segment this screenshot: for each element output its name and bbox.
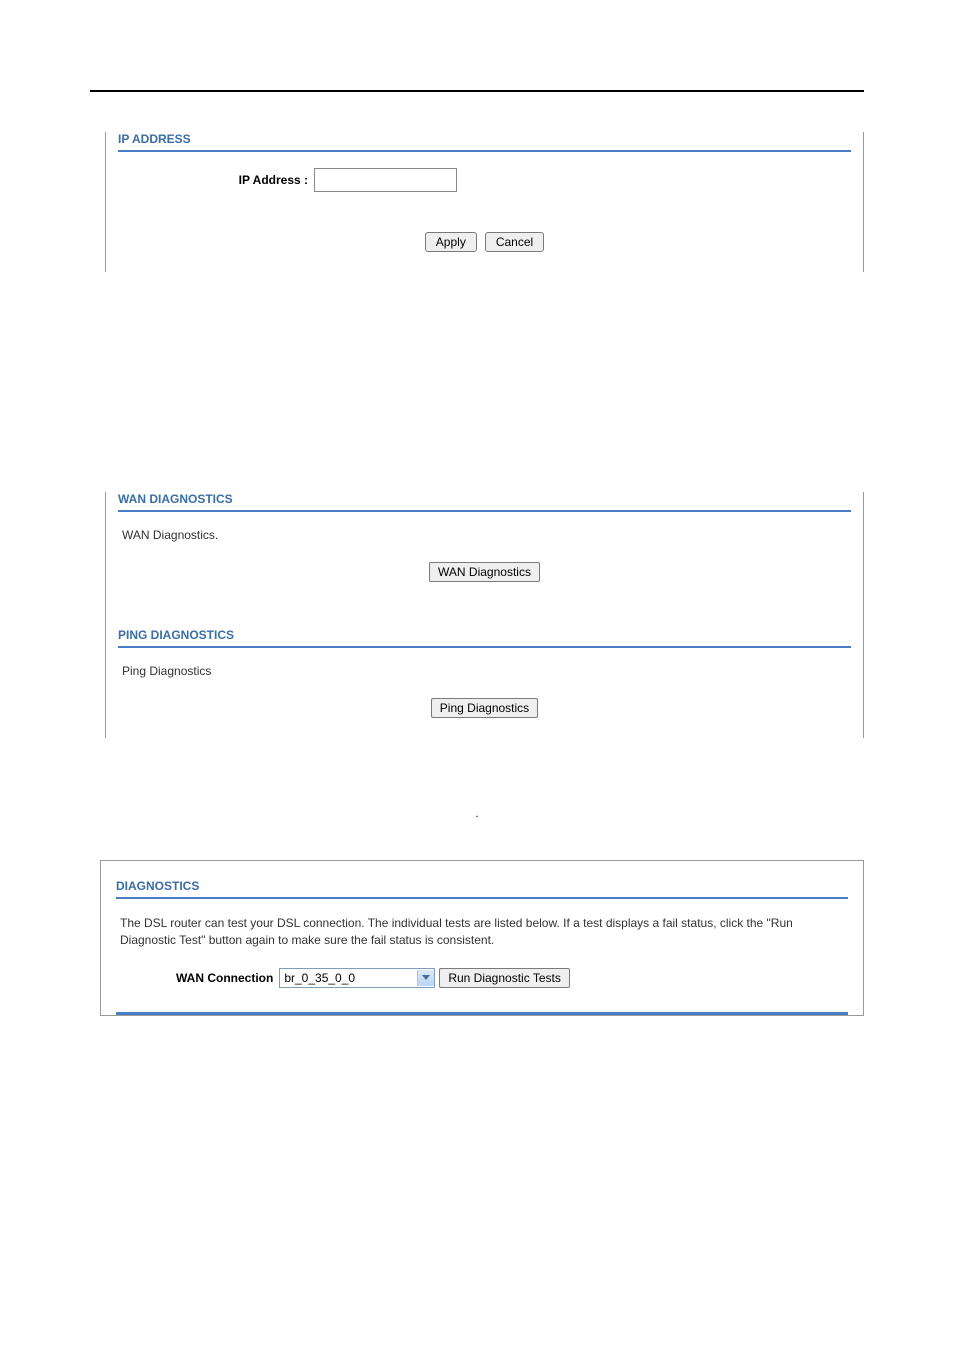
ip-address-label: IP Address : xyxy=(118,173,314,187)
wan-connection-label: WAN Connection xyxy=(176,971,279,985)
ping-diagnostics-header: PING DIAGNOSTICS xyxy=(118,628,851,648)
ip-address-buttons: Apply Cancel xyxy=(118,232,851,252)
diagnostics-description: The DSL router can test your DSL connect… xyxy=(120,915,844,950)
top-divider xyxy=(90,90,864,92)
diagnostics-wide-panel: DIAGNOSTICS The DSL router can test your… xyxy=(100,860,864,1016)
diagnostics-panel: WAN DIAGNOSTICS WAN Diagnostics. WAN Dia… xyxy=(105,492,864,738)
spacer-1 xyxy=(0,272,954,452)
dot-text: . xyxy=(0,808,954,820)
ip-address-row: IP Address : xyxy=(118,168,851,192)
apply-button[interactable]: Apply xyxy=(425,232,477,252)
wan-diagnostics-button-row: WAN Diagnostics xyxy=(118,562,851,582)
wan-diagnostics-text: WAN Diagnostics. xyxy=(122,528,847,542)
ping-diagnostics-button[interactable]: Ping Diagnostics xyxy=(431,698,538,718)
wan-diagnostics-button[interactable]: WAN Diagnostics xyxy=(429,562,540,582)
spacer-mid xyxy=(118,582,851,622)
wan-diagnostics-header: WAN DIAGNOSTICS xyxy=(118,492,851,512)
wan-connection-row: WAN Connection br_0_35_0_0 Run Diagnosti… xyxy=(176,968,848,988)
diagnostics-header: DIAGNOSTICS xyxy=(116,879,848,899)
ping-diagnostics-button-row: Ping Diagnostics xyxy=(118,698,851,718)
ping-diagnostics-text: Ping Diagnostics xyxy=(122,664,847,678)
ip-address-panel: IP ADDRESS IP Address : Apply Cancel xyxy=(105,132,864,272)
cancel-button[interactable]: Cancel xyxy=(485,232,544,252)
run-diagnostic-tests-button[interactable]: Run Diagnostic Tests xyxy=(439,968,570,988)
ip-address-input[interactable] xyxy=(314,168,457,192)
diagnostics-bottom-rule xyxy=(116,1012,848,1015)
ip-address-header: IP ADDRESS xyxy=(118,132,851,152)
chevron-down-icon xyxy=(417,970,434,986)
wan-connection-value: br_0_35_0_0 xyxy=(284,971,355,985)
wan-connection-select[interactable]: br_0_35_0_0 xyxy=(279,968,435,988)
